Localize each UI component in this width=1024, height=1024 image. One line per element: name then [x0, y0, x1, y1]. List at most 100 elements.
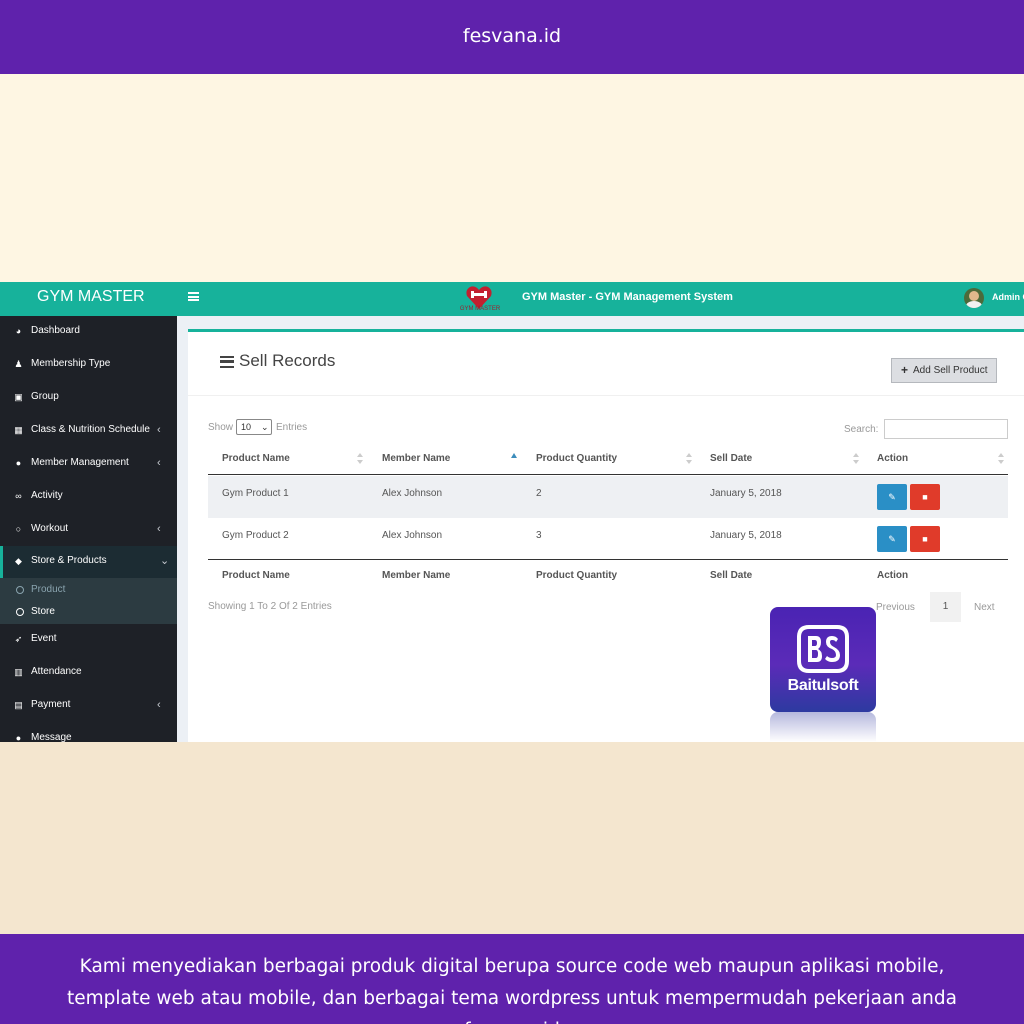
sidebar-item-label: Class & Nutrition Schedule — [31, 424, 150, 435]
sidebar-item-event[interactable]: ➶ Event — [0, 624, 177, 657]
sidebar-item-store-products[interactable]: ◆ Store & Products ⌄ — [0, 546, 177, 579]
entries-label: Entries — [276, 422, 308, 433]
footer-quantity: Product Quantity — [536, 570, 618, 581]
chevron-left-icon: ‹ — [157, 699, 161, 711]
baitulsoft-logo: Baitulsoft — [770, 607, 876, 712]
chevron-down-icon: ⌄ — [261, 422, 269, 432]
sort-icon[interactable] — [853, 453, 859, 465]
edit-button[interactable]: ✎ — [877, 484, 907, 510]
top-banner: fesvana.id — [0, 0, 1024, 74]
table-row: Gym Product 2 Alex Johnson 3 January 5, … — [208, 518, 1008, 560]
search-label: Search: — [844, 424, 879, 435]
admin-name[interactable]: Admin G — [992, 282, 1024, 312]
store-submenu: Product Store — [0, 578, 177, 624]
bicycle-icon: ∞ — [15, 491, 22, 501]
entries-select[interactable]: 10 ⌄ — [236, 419, 272, 435]
add-button-label: Add Sell Product — [913, 365, 988, 376]
edit-button[interactable]: ✎ — [877, 526, 907, 552]
pagination-page-1[interactable]: 1 — [930, 592, 961, 622]
sidebar-item-label: Event — [31, 633, 57, 644]
sort-icon[interactable] — [998, 453, 1004, 465]
sidebar-item-group[interactable]: ▣ Group — [0, 382, 177, 415]
delete-button[interactable]: ■ — [910, 484, 940, 510]
sidebar-item-message[interactable]: ● Message — [0, 723, 177, 742]
money-icon: ▤ — [14, 700, 23, 710]
delete-button[interactable]: ■ — [910, 526, 940, 552]
tags-icon: ◆ — [15, 556, 22, 566]
calendar-icon: ▦ — [14, 425, 23, 435]
sort-icon[interactable] — [686, 453, 692, 465]
showing-info: Showing 1 To 2 Of 2 Entries — [208, 601, 332, 612]
column-header-member[interactable]: Member Name — [382, 444, 450, 474]
banner-line: template web atau mobile, dan berbagai t… — [66, 988, 957, 1009]
column-header-product[interactable]: Product Name — [222, 444, 290, 474]
trash-icon: ■ — [922, 492, 928, 502]
footer-date: Sell Date — [710, 570, 753, 581]
sell-records-box: Sell Records + Add Sell Product Show 10 … — [188, 329, 1024, 742]
sidebar-item-label: Membership Type — [31, 358, 111, 369]
list-icon — [220, 356, 234, 368]
submenu-item-store[interactable]: Store — [0, 602, 177, 624]
cell-product: Gym Product 2 — [222, 530, 289, 541]
cell-quantity: 3 — [536, 530, 542, 541]
cell-product: Gym Product 1 — [222, 488, 289, 499]
dashboard-icon: ◕ — [15, 326, 22, 336]
trash-icon: ■ — [922, 534, 928, 544]
attendance-icon: ▥ — [14, 667, 23, 677]
sidebar-item-membership-type[interactable]: ♟ Membership Type — [0, 349, 177, 382]
sidebar-item-dashboard[interactable]: ◕ Dashboard — [0, 316, 177, 349]
lower-background — [0, 742, 1024, 934]
column-header-quantity[interactable]: Product Quantity — [536, 444, 617, 474]
cell-member: Alex Johnson — [382, 488, 443, 499]
edit-icon: ✎ — [888, 492, 896, 502]
pagination-previous[interactable]: Previous — [876, 602, 915, 613]
pagination-next[interactable]: Next — [974, 602, 995, 613]
submenu-item-product[interactable]: Product — [0, 580, 177, 602]
sort-icon[interactable] — [357, 453, 363, 465]
sidebar-item-attendance[interactable]: ▥ Attendance — [0, 657, 177, 690]
chevron-left-icon: ‹ — [157, 424, 161, 436]
search-input[interactable] — [884, 419, 1008, 439]
add-sell-product-button[interactable]: + Add Sell Product — [891, 358, 997, 383]
logo-caption: GYM MASTER — [459, 306, 501, 312]
table-header-row: Product Name Member Name Product Quantit… — [208, 444, 1008, 475]
sidebar-item-label: Workout — [31, 523, 69, 534]
chevron-left-icon: ‹ — [157, 523, 161, 535]
column-header-action[interactable]: Action — [877, 444, 908, 474]
circle-outline-icon — [16, 586, 24, 594]
sidebar-toggle-icon[interactable] — [188, 292, 199, 301]
show-label: Show — [208, 422, 234, 433]
sidebar-item-member-management[interactable]: ● Member Management ‹ — [0, 448, 177, 481]
avatar[interactable] — [964, 288, 984, 308]
sidebar-item-label: Dashboard — [31, 325, 80, 336]
table-row: Gym Product 1 Alex Johnson 2 January 5, … — [208, 476, 1008, 518]
chevron-left-icon: ‹ — [157, 457, 161, 469]
cell-quantity: 2 — [536, 488, 542, 499]
sort-asc-icon[interactable] — [511, 453, 517, 458]
entries-value: 10 — [241, 422, 252, 432]
sidebar-item-label: Activity — [31, 490, 63, 501]
sidebar-item-label: Message — [31, 732, 72, 742]
baitulsoft-word: Baitulsoft — [787, 677, 859, 694]
sidebar-item-label: Group — [31, 391, 59, 402]
circle-outline-icon — [16, 608, 24, 616]
user-icon: ● — [15, 458, 22, 468]
sidebar-item-payment[interactable]: ▤ Payment ‹ — [0, 690, 177, 723]
plus-icon: + — [901, 363, 909, 377]
sidebar-item-class-nutrition[interactable]: ▦ Class & Nutrition Schedule ‹ — [0, 415, 177, 448]
sidebar-item-label: Payment — [31, 699, 71, 710]
chevron-down-icon: ⌄ — [160, 555, 170, 567]
brand-title[interactable]: GYM MASTER — [0, 282, 178, 316]
cell-member: Alex Johnson — [382, 530, 443, 541]
bottom-banner: Kami menyediakan berbagai produk digital… — [0, 934, 1024, 1024]
cell-date: January 5, 2018 — [710, 530, 782, 541]
sidebar-item-label: Store & Products — [31, 555, 107, 566]
column-header-date[interactable]: Sell Date — [710, 444, 752, 474]
sidebar: ◕ Dashboard ♟ Membership Type ▣ Group ▦ … — [0, 316, 177, 742]
cell-date: January 5, 2018 — [710, 488, 782, 499]
sidebar-item-workout[interactable]: ○ Workout ‹ — [0, 514, 177, 547]
sidebar-item-activity[interactable]: ∞ Activity — [0, 481, 177, 514]
circle-icon: ○ — [15, 524, 22, 534]
top-banner-text: fesvana.id — [462, 25, 562, 47]
rocket-icon: ➶ — [14, 634, 23, 644]
